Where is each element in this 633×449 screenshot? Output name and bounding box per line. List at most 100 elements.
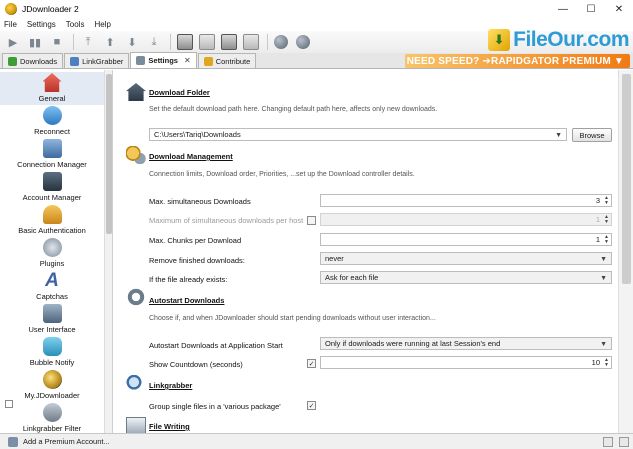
download-path-value: C:\Users\Tariq\Downloads xyxy=(154,130,241,139)
reconnect-icon xyxy=(42,106,62,125)
maximize-button[interactable]: ☐ xyxy=(577,0,605,18)
countdown-seconds-stepper[interactable]: 10 ▲ ▼ xyxy=(320,356,612,369)
house-icon xyxy=(42,73,62,92)
countdown-seconds-value: 10 xyxy=(591,358,600,367)
group-single-files-checkbox[interactable]: ✓ xyxy=(307,401,316,410)
chevron-down-icon: ▼ xyxy=(600,275,607,282)
sidebar-item-label: Connection Manager xyxy=(17,160,87,169)
settings-sidebar: General Reconnect Connection Manager Acc… xyxy=(0,70,113,433)
arrow-down-icon: ⬇ xyxy=(127,36,137,49)
sidebar-item-label: Linkgrabber Filter xyxy=(22,424,82,433)
max-simultaneous-stepper[interactable]: 3 ▲ ▼ xyxy=(320,194,612,207)
myjd-icon xyxy=(42,370,62,389)
remove-finished-value: never xyxy=(325,254,344,263)
autostart-at-start-label: Autostart Downloads at Application Start xyxy=(149,341,283,350)
clipboard-observer-toggle[interactable] xyxy=(177,34,193,50)
tab-settings[interactable]: Settings ✕ xyxy=(130,52,197,68)
content-scroll-thumb[interactable] xyxy=(622,74,631,284)
max-chunks-label: Max. Chunks per Download xyxy=(149,236,242,245)
update-icon[interactable] xyxy=(296,35,310,49)
sidebar-item-label: Bubble Notify xyxy=(29,358,75,367)
pause-downloads-button[interactable]: ▮▮ xyxy=(27,34,43,50)
move-bottom-icon: ⤓ xyxy=(151,35,157,48)
status-settings-icon[interactable] xyxy=(619,437,629,447)
menu-help[interactable]: Help xyxy=(94,20,110,29)
status-network-icon[interactable] xyxy=(603,437,613,447)
start-downloads-button[interactable]: ▶ xyxy=(5,34,21,50)
sidebar-item-basic-authentication[interactable]: Basic Authentication xyxy=(0,204,104,237)
sidebar-item-bubble-notify[interactable]: Bubble Notify xyxy=(0,336,104,369)
minimize-button[interactable]: — xyxy=(549,0,577,18)
bubble-icon xyxy=(42,337,62,356)
close-tab-icon[interactable]: ✕ xyxy=(184,56,191,65)
move-bottom-button[interactable]: ⤓ xyxy=(146,34,162,50)
menu-settings[interactable]: Settings xyxy=(27,20,56,29)
close-button[interactable]: ✕ xyxy=(605,0,633,18)
sidebar-item-account-manager[interactable]: Account Manager xyxy=(0,171,104,204)
section-desc-download-folder: Set the default download path here. Chan… xyxy=(149,106,438,113)
contribute-icon xyxy=(203,56,213,66)
spinner-arrows-icon: ▲ ▼ xyxy=(604,214,609,225)
download-path-combo[interactable]: C:\Users\Tariq\Downloads ▼ xyxy=(149,128,567,141)
sidebar-item-captchas[interactable]: A Captchas xyxy=(0,270,104,303)
tab-linkgrabber[interactable]: LinkGrabber xyxy=(64,53,130,68)
sidebar-scrollbar[interactable] xyxy=(104,70,112,433)
stop-downloads-button[interactable]: ■ xyxy=(49,34,65,50)
file-exists-label: If the file already exists: xyxy=(149,275,228,284)
magnifier-icon xyxy=(126,375,146,393)
sidebar-item-label: Captchas xyxy=(36,292,68,301)
window-controls: — ☐ ✕ xyxy=(549,0,633,18)
chevron-down-icon: ▼ xyxy=(600,341,607,348)
sidebar-item-connection-manager[interactable]: Connection Manager xyxy=(0,138,104,171)
max-chunks-stepper[interactable]: 1 ▲ ▼ xyxy=(320,233,612,246)
tab-contribute[interactable]: Contribute xyxy=(197,53,257,68)
status-bar: Add a Premium Account... xyxy=(0,433,633,449)
move-up-button[interactable]: ⬆ xyxy=(102,34,118,50)
title-bar: JDownloader 2 — ☐ ✕ xyxy=(0,0,633,18)
download-icon xyxy=(8,56,17,66)
sidebar-item-myjdownloader[interactable]: My.JDownloader xyxy=(0,369,104,402)
section-title-autostart: Autostart Downloads xyxy=(149,296,225,305)
menu-tools[interactable]: Tools xyxy=(66,20,85,29)
browse-button[interactable]: Browse xyxy=(572,128,612,142)
watermark-text: FileOur.com xyxy=(513,28,629,51)
pause-icon: ▮▮ xyxy=(28,36,42,49)
play-icon: ▶ xyxy=(8,36,18,49)
status-icons xyxy=(597,437,629,447)
max-per-host-stepper: 1 ▲ ▼ xyxy=(320,213,612,226)
reconnect-icon[interactable] xyxy=(274,35,288,49)
add-premium-account-link[interactable]: Add a Premium Account... xyxy=(23,437,110,446)
sidebar-item-user-interface[interactable]: User Interface xyxy=(0,303,104,336)
chevron-down-icon: ▼ xyxy=(555,132,562,139)
show-countdown-checkbox[interactable]: ✓ xyxy=(307,359,316,368)
move-top-button[interactable]: ⤒ xyxy=(80,34,96,50)
premium-toggle[interactable] xyxy=(221,34,237,50)
sidebar-item-plugins[interactable]: Plugins xyxy=(0,237,104,270)
window-title: JDownloader 2 xyxy=(22,4,79,14)
sidebar-item-general[interactable]: General xyxy=(0,72,104,105)
max-simultaneous-value: 3 xyxy=(595,196,600,205)
silent-mode-toggle[interactable] xyxy=(243,34,259,50)
move-down-button[interactable]: ⬇ xyxy=(124,34,140,50)
file-exists-select[interactable]: Ask for each file ▼ xyxy=(320,271,612,284)
content-scrollbar[interactable] xyxy=(618,70,633,433)
remove-finished-select[interactable]: never ▼ xyxy=(320,252,612,265)
toolbar-separator xyxy=(267,34,268,50)
sidebar-scroll-thumb[interactable] xyxy=(106,74,112,234)
group-single-files-label: Group single files in a 'various package… xyxy=(149,402,281,411)
sidebar-item-label: Account Manager xyxy=(22,193,82,202)
monitor-icon xyxy=(42,172,62,191)
spinner-arrows-icon: ▲ ▼ xyxy=(604,195,609,206)
fileour-watermark: ⬇ FileOur.com xyxy=(488,27,629,53)
autostart-at-start-select[interactable]: Only if downloads were running at last S… xyxy=(320,337,612,350)
sidebar-item-linkgrabber-filter[interactable]: Linkgrabber Filter xyxy=(0,402,104,433)
tab-downloads[interactable]: Downloads xyxy=(2,53,64,68)
tab-label: LinkGrabber xyxy=(82,56,124,66)
auto-reconnect-toggle[interactable] xyxy=(199,34,215,50)
menu-file[interactable]: File xyxy=(4,20,17,29)
max-per-host-checkbox[interactable] xyxy=(307,216,316,225)
sidebar-item-reconnect[interactable]: Reconnect xyxy=(0,105,104,138)
premium-banner[interactable]: NEED SPEED? ➔RAPIDGATOR PREMIUM ▼ xyxy=(405,54,630,68)
add-account-icon xyxy=(8,436,18,447)
max-per-host-label: Maximum of simultaneous downloads per ho… xyxy=(149,216,304,225)
